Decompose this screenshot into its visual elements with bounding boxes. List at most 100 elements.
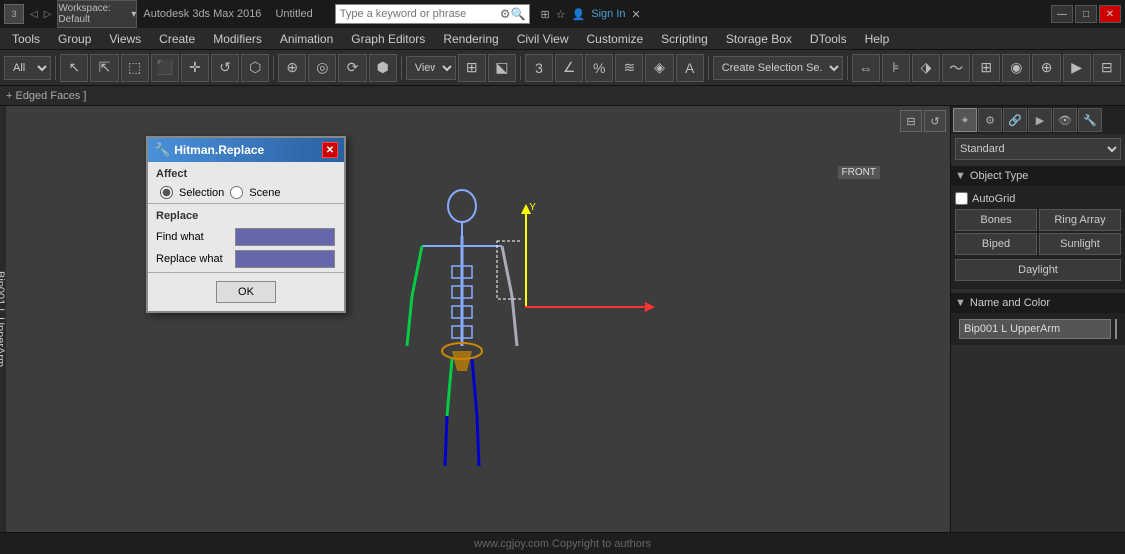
motion-tab[interactable]: ▶ <box>1028 108 1052 132</box>
selection-radio[interactable] <box>160 186 173 199</box>
redo-btn[interactable]: ▷ <box>44 9 52 20</box>
standard-dropdown[interactable]: Standard <box>955 138 1121 160</box>
minimize-btn[interactable]: — <box>1051 5 1073 23</box>
percent-snap-tool[interactable]: % <box>585 54 613 82</box>
replace-section-label: Replace <box>148 206 344 226</box>
layers-tool[interactable]: ⬗ <box>912 54 940 82</box>
menu-create[interactable]: Create <box>151 30 203 48</box>
name-color-row <box>955 317 1121 341</box>
daylight-btn[interactable]: Daylight <box>955 259 1121 281</box>
replace-what-input[interactable] <box>235 250 335 268</box>
skeleton-figure <box>402 186 522 486</box>
menu-dtools[interactable]: DTools <box>802 30 855 48</box>
spinner-snap-tool[interactable]: ≋ <box>615 54 643 82</box>
named-selection-dropdown[interactable]: Create Selection Se... <box>713 56 843 80</box>
menu-tools[interactable]: Tools <box>4 30 48 48</box>
menu-customize[interactable]: Customize <box>578 30 651 48</box>
curve-editor-tool[interactable]: 〜 <box>942 54 970 82</box>
select-region-tool[interactable]: ⇱ <box>90 54 118 82</box>
snap-tool[interactable]: ◎ <box>308 54 336 82</box>
x-axis-arrow <box>645 302 655 312</box>
right-panel: ✦ ⚙ 🔗 ▶ 👁 🔧 Standard ▼ Object Type AutoG… <box>950 106 1125 532</box>
replace-what-row: Replace what <box>148 248 344 270</box>
search-input[interactable] <box>340 8 500 20</box>
find-what-input[interactable] <box>235 228 335 246</box>
maximize-btn[interactable]: □ <box>1075 5 1097 23</box>
angle-snap-tool[interactable]: ∠ <box>555 54 583 82</box>
modify-tab[interactable]: ⚙ <box>978 108 1002 132</box>
workspace-dropdown[interactable]: Workspace: Default▾ <box>57 0 137 28</box>
ok-row: OK <box>148 275 344 309</box>
biped-btn[interactable]: Biped <box>955 233 1037 255</box>
view-dropdown[interactable]: View <box>406 56 456 80</box>
autogrid-label: AutoGrid <box>972 193 1015 205</box>
app-logo: 3 <box>4 4 24 24</box>
viewport-maximize-btn[interactable]: ⊟ <box>900 110 922 132</box>
create-tab[interactable]: ✦ <box>953 108 977 132</box>
display-tab[interactable]: 👁 <box>1053 108 1077 132</box>
move-tool[interactable]: ✛ <box>181 54 209 82</box>
ok-button[interactable]: OK <box>216 281 276 303</box>
render-tool[interactable]: ▶ <box>1063 54 1091 82</box>
menu-animation[interactable]: Animation <box>272 30 341 48</box>
rotate2-tool[interactable]: ⟳ <box>338 54 366 82</box>
select-tool[interactable]: ↖ <box>60 54 88 82</box>
filter-dropdown[interactable]: All <box>4 56 51 80</box>
place-tool[interactable]: ⊕ <box>278 54 306 82</box>
menu-scripting[interactable]: Scripting <box>653 30 716 48</box>
search-box[interactable]: ⚙ 🔍 <box>335 4 531 24</box>
text-tool[interactable]: A <box>676 54 704 82</box>
menu-rendering[interactable]: Rendering <box>435 30 506 48</box>
lasso-tool[interactable]: ⬚ <box>121 54 149 82</box>
menu-group[interactable]: Group <box>50 30 99 48</box>
selection-label: Selection <box>179 187 224 199</box>
utilities-tab[interactable]: 🔧 <box>1078 108 1102 132</box>
render2-tool[interactable]: ⊟ <box>1093 54 1121 82</box>
color-swatch[interactable] <box>1115 319 1117 339</box>
undo-btn[interactable]: ◁ <box>30 9 38 20</box>
name-color-section: ▼ Name and Color <box>951 293 1125 345</box>
menu-help[interactable]: Help <box>857 30 898 48</box>
copyright-text: www.cgjoy.com Copyright to authors <box>474 538 651 550</box>
menu-views[interactable]: Views <box>101 30 149 48</box>
dialog-close-btn[interactable]: ✕ <box>322 142 338 158</box>
ring-array-btn[interactable]: Ring Array <box>1039 209 1121 231</box>
pivot-tool[interactable]: ⊞ <box>458 54 486 82</box>
star-icon[interactable]: ☆ <box>556 8 566 21</box>
snap-3d-tool[interactable]: 3 <box>525 54 553 82</box>
schematic-tool[interactable]: ⊞ <box>972 54 1000 82</box>
mirror-tool[interactable]: ⬕ <box>488 54 516 82</box>
menu-graph-editors[interactable]: Graph Editors <box>343 30 433 48</box>
object-name-input[interactable] <box>959 319 1111 339</box>
toolbar-separator-5 <box>708 56 709 80</box>
render-setup-tool[interactable]: ⊕ <box>1032 54 1060 82</box>
scale2-tool[interactable]: ⬢ <box>369 54 397 82</box>
x-axis <box>525 306 645 308</box>
search-options-icon[interactable]: ⊞ <box>540 8 549 21</box>
user-icon[interactable]: 👤 <box>572 8 586 21</box>
close-btn[interactable]: ✕ <box>1099 5 1121 23</box>
hierarchy-tab[interactable]: 🔗 <box>1003 108 1027 132</box>
autogrid-checkbox[interactable] <box>955 192 968 205</box>
scale-tool[interactable]: ⬡ <box>241 54 269 82</box>
rotate-tool[interactable]: ↺ <box>211 54 239 82</box>
menu-civil-view[interactable]: Civil View <box>509 30 577 48</box>
menu-modifiers[interactable]: Modifiers <box>205 30 270 48</box>
viewport[interactable]: ⊟ ↺ FRONT Y <box>6 106 950 532</box>
scene-radio[interactable] <box>230 186 243 199</box>
sign-in-link[interactable]: Sign In <box>591 8 625 20</box>
dialog-title: Hitman.Replace <box>174 143 264 157</box>
magnet-tool[interactable]: ◈ <box>645 54 673 82</box>
viewport-rotate-btn[interactable]: ↺ <box>924 110 946 132</box>
close-x-icon[interactable]: ✕ <box>632 8 641 21</box>
name-color-header[interactable]: ▼ Name and Color <box>951 293 1125 313</box>
object-type-header[interactable]: ▼ Object Type <box>951 166 1125 186</box>
align-tool[interactable]: ⊧ <box>882 54 910 82</box>
toolbar-separator-2 <box>273 56 274 80</box>
menu-storage-box[interactable]: Storage Box <box>718 30 800 48</box>
mirror2-tool[interactable]: ⇔ <box>852 54 880 82</box>
bones-btn[interactable]: Bones <box>955 209 1037 231</box>
mat-editor-tool[interactable]: ◉ <box>1002 54 1030 82</box>
sunlight-btn[interactable]: Sunlight <box>1039 233 1121 255</box>
paint-tool[interactable]: ⬛ <box>151 54 179 82</box>
